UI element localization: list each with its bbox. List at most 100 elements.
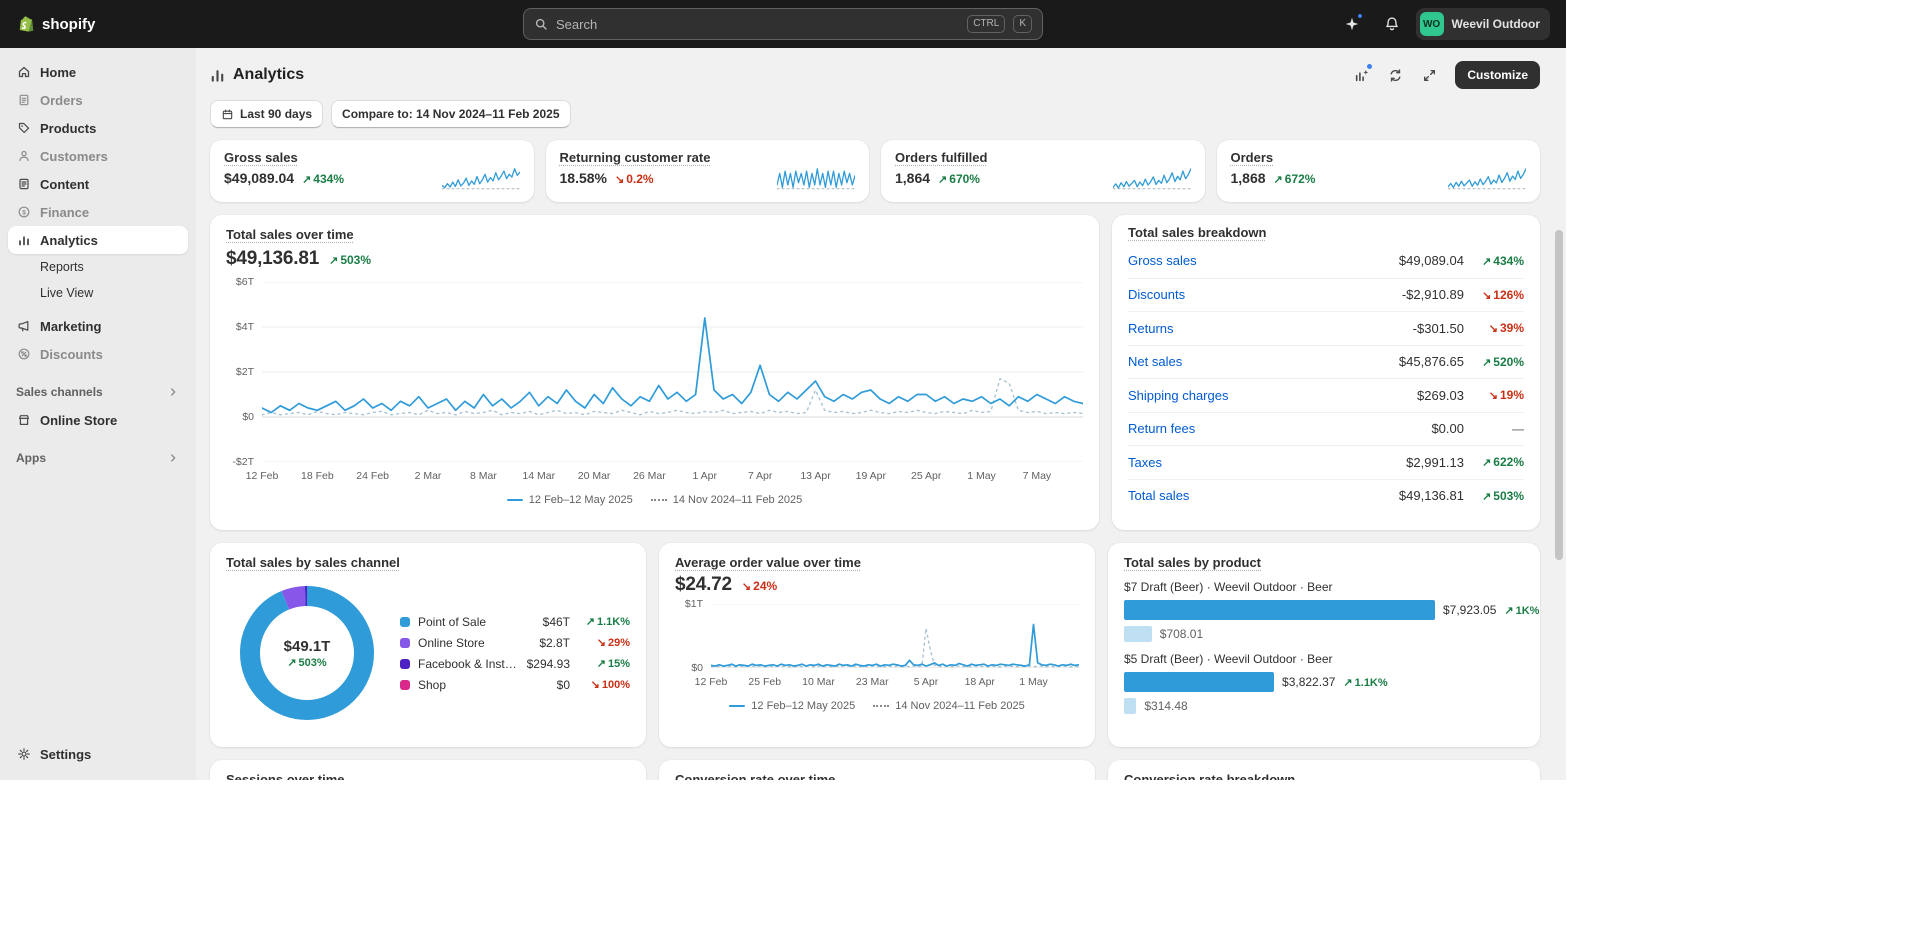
customers-icon (16, 148, 32, 164)
calendar-icon (221, 108, 234, 121)
main-content: Analytics Customize Last 90 days (196, 48, 1566, 780)
total-sales-breakdown-card: Total sales breakdown Gross sales $49,08… (1112, 215, 1540, 530)
sidebar-item-customers[interactable]: Customers (8, 142, 188, 170)
breakdown-link[interactable]: Taxes (1128, 455, 1406, 470)
breakdown-link[interactable]: Gross sales (1128, 253, 1399, 268)
metric-title-link[interactable]: Orders fulfilled (895, 150, 987, 165)
fullscreen-button[interactable] (1415, 61, 1443, 89)
channel-legend: Point of Sale $46T 1.1K% Online Store $2… (400, 615, 630, 692)
breakdown-row: Net sales $45,876.65 520% (1128, 345, 1524, 379)
sales-by-product-card: Total sales by product $7 Draft (Beer) ·… (1108, 543, 1540, 747)
notifications-button[interactable] (1376, 8, 1408, 40)
aov-chart (711, 604, 1079, 668)
shopify-logo[interactable]: shopify (16, 14, 95, 34)
sidebar-item-analytics[interactable]: Analytics (8, 226, 188, 254)
sidebar-section-apps[interactable]: Apps (8, 444, 188, 472)
legend-previous-swatch (873, 705, 889, 707)
insights-notification-dot (1366, 63, 1373, 70)
conversion-rate-title-link[interactable]: Conversion rate over time (675, 772, 835, 780)
sidebar-item-live-view[interactable]: Live View (8, 280, 188, 306)
aov-title-link[interactable]: Average order value over time (675, 555, 861, 570)
channel-swatch (400, 680, 410, 690)
total-sales-value: $49,136.81 (226, 248, 319, 270)
aov-card: Average order value over time $24.72 24%… (659, 543, 1095, 747)
account-menu[interactable]: WO Weevil Outdoor (1416, 8, 1550, 40)
brand-text: shopify (42, 16, 95, 33)
store-avatar: WO (1420, 12, 1444, 36)
sidebar-item-online-store[interactable]: Online Store (8, 406, 188, 434)
sales-by-channel-title-link[interactable]: Total sales by sales channel (226, 555, 400, 570)
channel-swatch (400, 638, 410, 648)
notification-dot (1356, 12, 1364, 20)
sidebar-item-home[interactable]: Home (8, 58, 188, 86)
legend-current-swatch (507, 499, 523, 501)
sidebar-item-orders[interactable]: Orders (8, 86, 188, 114)
sidebar-item-discounts[interactable]: Discounts (8, 340, 188, 368)
sidekick-button[interactable] (1336, 8, 1368, 40)
refresh-button[interactable] (1381, 61, 1409, 89)
conversion-rate-breakdown-card: Conversion rate breakdown (1108, 760, 1540, 780)
breakdown-row: Return fees $0.00 — (1128, 412, 1524, 446)
total-sales-chart (262, 282, 1083, 462)
metric-title-link[interactable]: Orders (1231, 150, 1274, 165)
metric-card-returning-customer-rate: Returning customer rate 18.58% 0.2% (546, 140, 870, 202)
metric-title-link[interactable]: Gross sales (224, 150, 298, 165)
breakdown-row: Taxes $2,991.13 622% (1128, 445, 1524, 479)
conversion-breakdown-title-link[interactable]: Conversion rate breakdown (1124, 772, 1295, 780)
channel-legend-row: Shop $0 100% (400, 678, 630, 692)
breakdown-row: Returns -$301.50 39% (1128, 311, 1524, 345)
marketing-icon (16, 318, 32, 334)
date-range-button[interactable]: Last 90 days (210, 100, 323, 128)
search-input[interactable]: Search CTRL K (523, 8, 1043, 40)
product-current-bar (1124, 672, 1274, 692)
sales-by-product-title-link[interactable]: Total sales by product (1124, 555, 1261, 570)
metric-spark-2 (1113, 166, 1191, 192)
breakdown-link[interactable]: Discounts (1128, 287, 1402, 302)
total-sales-title-link[interactable]: Total sales over time (226, 227, 354, 242)
kbd-ctrl: CTRL (967, 15, 1005, 33)
finance-icon: $ (16, 204, 32, 220)
metric-spark-1 (777, 166, 855, 192)
metric-value: 18.58% (560, 170, 607, 186)
metric-card-orders-fulfilled: Orders fulfilled 1,864 670% (881, 140, 1205, 202)
sidebar: Home Orders Products Customers Content $… (0, 48, 196, 780)
metric-title-link[interactable]: Returning customer rate (560, 150, 711, 165)
customize-button[interactable]: Customize (1455, 61, 1540, 89)
aov-delta: 24% (742, 579, 777, 593)
online-store-icon (16, 412, 32, 428)
sidebar-item-content[interactable]: Content (8, 170, 188, 198)
breakdown-link[interactable]: Return fees (1128, 421, 1431, 436)
product-previous-bar (1124, 698, 1136, 714)
metric-value: 1,868 (1231, 170, 1266, 186)
svg-text:$: $ (22, 209, 26, 216)
breakdown-row: Discounts -$2,910.89 126% (1128, 278, 1524, 312)
channel-legend-row: Facebook & Instagr... $294.93 15% (400, 657, 630, 671)
channel-swatch (400, 617, 410, 627)
compare-button[interactable]: Compare to: 14 Nov 2024–11 Feb 2025 (331, 100, 570, 128)
search-placeholder: Search (556, 17, 597, 32)
metric-spark-3 (1448, 166, 1526, 192)
expand-icon (1422, 68, 1437, 83)
breakdown-title-link[interactable]: Total sales breakdown (1128, 225, 1266, 240)
breakdown-link[interactable]: Returns (1128, 321, 1413, 336)
breakdown-link[interactable]: Total sales (1128, 488, 1399, 503)
search-icon (534, 17, 548, 31)
sidebar-item-reports[interactable]: Reports (8, 254, 188, 280)
breakdown-link[interactable]: Net sales (1128, 354, 1399, 369)
scrollbar[interactable] (1555, 230, 1563, 560)
sidebar-item-finance[interactable]: $ Finance (8, 198, 188, 226)
sidebar-section-sales-channels[interactable]: Sales channels (8, 378, 188, 406)
channel-legend-row: Point of Sale $46T 1.1K% (400, 615, 630, 629)
donut-center-value: $49.1T (284, 638, 331, 655)
sidebar-item-marketing[interactable]: Marketing (8, 312, 188, 340)
metric-card-orders: Orders 1,868 672% (1217, 140, 1541, 202)
sessions-title-link[interactable]: Sessions over time (226, 772, 345, 780)
chevron-right-icon (166, 385, 180, 399)
sidebar-item-products[interactable]: Products (8, 114, 188, 142)
sidebar-item-settings[interactable]: Settings (8, 740, 188, 768)
insights-button[interactable] (1347, 61, 1375, 89)
topbar-right-cluster: WO Weevil Outdoor (1336, 8, 1550, 40)
breakdown-link[interactable]: Shipping charges (1128, 388, 1417, 403)
y-axis-labels: $6T $4T $2T $0 -$2T (226, 282, 262, 462)
breakdown-row: Shipping charges $269.03 19% (1128, 378, 1524, 412)
